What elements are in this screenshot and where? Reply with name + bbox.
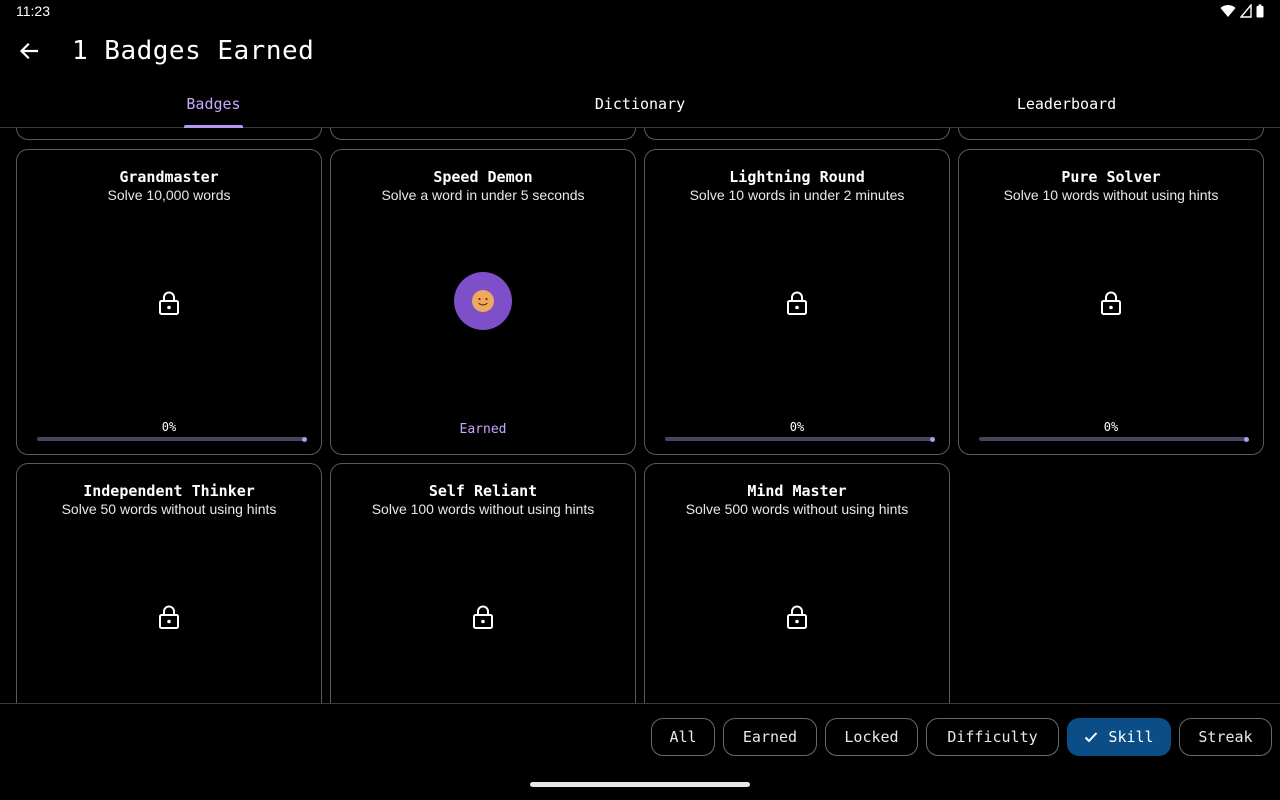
badge-progress-bar — [37, 436, 307, 442]
wifi-icon — [1220, 5, 1236, 18]
badge-card-speed-demon[interactable]: Speed Demon Solve a word in under 5 seco… — [330, 149, 636, 455]
chip-label: Difficulty — [947, 728, 1038, 746]
chip-label: Streak — [1198, 728, 1253, 746]
badge-title: Grandmaster — [119, 168, 219, 186]
smiley-face-icon — [472, 290, 494, 312]
badge-title: Self Reliant — [428, 482, 538, 500]
badge-progress-bar — [979, 436, 1249, 442]
home-indicator[interactable] — [530, 782, 750, 787]
filter-chip-skill[interactable]: Skill — [1067, 718, 1171, 756]
lock-icon — [159, 291, 179, 315]
badge-card-grandmaster[interactable]: Grandmaster Solve 10,000 words 0% — [16, 149, 322, 455]
badge-grid[interactable]: Grandmaster Solve 10,000 words 0% Speed … — [0, 128, 1280, 703]
status-icons — [1220, 4, 1264, 18]
badge-description: Solve 500 words without using hints — [685, 501, 909, 517]
chip-label: Skill — [1108, 728, 1154, 746]
filter-chip-earned[interactable]: Earned — [723, 718, 817, 756]
filter-chip-difficulty[interactable]: Difficulty — [926, 718, 1059, 756]
badge-progress-bar — [665, 436, 935, 442]
badge-description: Solve 10,000 words — [107, 187, 231, 203]
badge-card-partial — [16, 128, 322, 140]
battery-icon — [1256, 4, 1264, 18]
filter-chip-streak[interactable]: Streak — [1179, 718, 1272, 756]
badge-card-pure-solver[interactable]: Pure Solver Solve 10 words without using… — [958, 149, 1264, 455]
badge-progress-text: 0% — [789, 420, 805, 434]
lock-icon — [787, 291, 807, 315]
badge-card-partial — [644, 128, 950, 140]
back-button[interactable] — [14, 36, 44, 66]
badge-title: Lightning Round — [729, 168, 865, 186]
badge-description: Solve a word in under 5 seconds — [381, 187, 585, 203]
tab-leaderboard-label: Leaderboard — [1016, 95, 1117, 113]
badge-title: Speed Demon — [433, 168, 533, 186]
badge-description: Solve 50 words without using hints — [61, 501, 277, 517]
page-title: 1 Badges Earned — [72, 36, 315, 66]
chip-label: All — [669, 728, 697, 746]
status-bar: 11:23 — [0, 0, 1280, 24]
app-bar: 1 Badges Earned — [0, 24, 1280, 80]
tab-badges[interactable]: Badges — [0, 80, 427, 128]
badge-card-partial — [958, 128, 1264, 140]
status-time: 11:23 — [16, 3, 50, 19]
chip-label: Locked — [844, 728, 899, 746]
tab-badges-label: Badges — [186, 95, 241, 113]
cell-signal-icon — [1240, 4, 1252, 18]
tab-leaderboard[interactable]: Leaderboard — [853, 80, 1280, 128]
badge-card-partial — [330, 128, 636, 140]
check-icon — [1085, 732, 1098, 743]
lock-icon — [1101, 291, 1121, 315]
badge-card-mind-master[interactable]: Mind Master Solve 500 words without usin… — [644, 463, 950, 703]
badge-description: Solve 10 words without using hints — [1003, 187, 1219, 203]
lock-icon — [473, 605, 493, 629]
tab-dictionary-label: Dictionary — [594, 95, 686, 113]
arrow-left-icon — [19, 42, 39, 60]
badge-card-self-reliant[interactable]: Self Reliant Solve 100 words without usi… — [330, 463, 636, 703]
filter-chip-all[interactable]: All — [651, 718, 715, 756]
badge-title: Independent Thinker — [83, 482, 255, 500]
badge-progress-text: 0% — [161, 420, 177, 434]
badge-progress-text: 0% — [1103, 420, 1119, 434]
tab-bar: Badges Dictionary Leaderboard — [0, 80, 1280, 128]
chip-label: Earned — [742, 728, 798, 746]
tab-dictionary[interactable]: Dictionary — [427, 80, 853, 128]
lock-icon — [787, 605, 807, 629]
badge-card-lightning-round[interactable]: Lightning Round Solve 10 words in under … — [644, 149, 950, 455]
badge-card-independent-thinker[interactable]: Independent Thinker Solve 50 words witho… — [16, 463, 322, 703]
badge-earned-label: Earned — [459, 422, 507, 437]
filter-bar: All Earned Locked Difficulty Skill Strea… — [0, 703, 1280, 800]
badge-description: Solve 100 words without using hints — [371, 501, 595, 517]
badge-avatar — [454, 272, 512, 330]
badge-description: Solve 10 words in under 2 minutes — [689, 187, 905, 203]
filter-chip-locked[interactable]: Locked — [825, 718, 918, 756]
badge-title: Pure Solver — [1061, 168, 1161, 186]
lock-icon — [159, 605, 179, 629]
badge-title: Mind Master — [747, 482, 847, 500]
